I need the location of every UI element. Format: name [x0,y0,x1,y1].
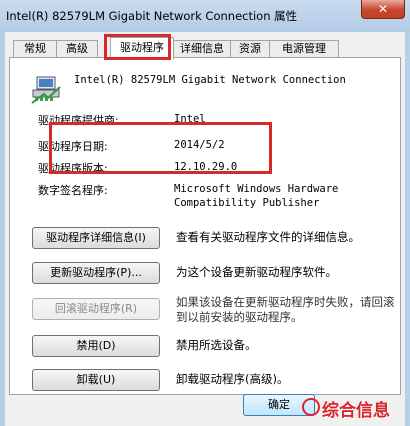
watermark-text: 综合信息 [322,401,390,421]
title-bar[interactable]: Intel(R) 82579LM Gigabit Network Connect… [0,0,410,32]
tab-general[interactable]: 常规 [13,40,57,58]
uninstall-driver-button[interactable]: 卸载(U) [32,369,160,391]
tab-resources[interactable]: 资源 [230,40,270,58]
driver-details-button[interactable]: 驱动程序详细信息(I) [32,227,160,249]
tab-details[interactable]: 详细信息 [173,40,231,58]
driver-details-description: 查看有关驱动程序文件的详细信息。 [176,230,360,244]
tab-advanced[interactable]: 高级 [56,40,98,58]
driver-info-highlight-box [49,122,272,174]
close-button[interactable]: ✕ [361,0,405,19]
update-driver-description: 为这个设备更新驱动程序软件。 [176,265,337,279]
window-title: Intel(R) 82579LM Gigabit Network Connect… [6,9,298,23]
digital-signer-label: 数字签名程序: [38,184,108,197]
tab-label: 电源管理 [282,42,326,55]
roll-back-driver-button[interactable]: 回滚驱动程序(R) [32,298,160,320]
update-driver-button[interactable]: 更新驱动程序(P)... [32,262,160,284]
tab-label: 高级 [66,42,88,55]
digital-signer-value-line1: Microsoft Windows Hardware [174,183,339,195]
tab-strip: 常规 高级 驱动程序 详细信息 资源 电源管理 [9,37,401,59]
uninstall-driver-description: 卸载驱动程序(高级)。 [176,372,289,386]
tab-label: 资源 [239,42,261,55]
driver-tab-panel: Intel(R) 82579LM Gigabit Network Connect… [9,57,401,395]
tab-label: 详细信息 [180,42,224,55]
dialog-client-area: 常规 高级 驱动程序 详细信息 资源 电源管理 Intel(R) 82579LM… [5,32,405,426]
device-name: Intel(R) 82579LM Gigabit Network Connect… [74,74,346,86]
digital-signer-value-line2: Compatibility Publisher [174,197,320,209]
watermark-logo-icon [302,398,320,416]
disable-device-description: 禁用所选设备。 [176,338,257,352]
close-icon: ✕ [377,2,389,16]
network-adapter-icon [31,76,61,104]
driver-tab-highlight-box [104,34,171,60]
tab-power-management[interactable]: 电源管理 [269,40,339,58]
disable-device-button[interactable]: 禁用(D) [32,335,160,357]
roll-back-driver-description: 如果该设备在更新驱动程序时失败，请回滚到以前安装的驱动程序。 [176,295,395,324]
tab-label: 常规 [24,42,46,55]
